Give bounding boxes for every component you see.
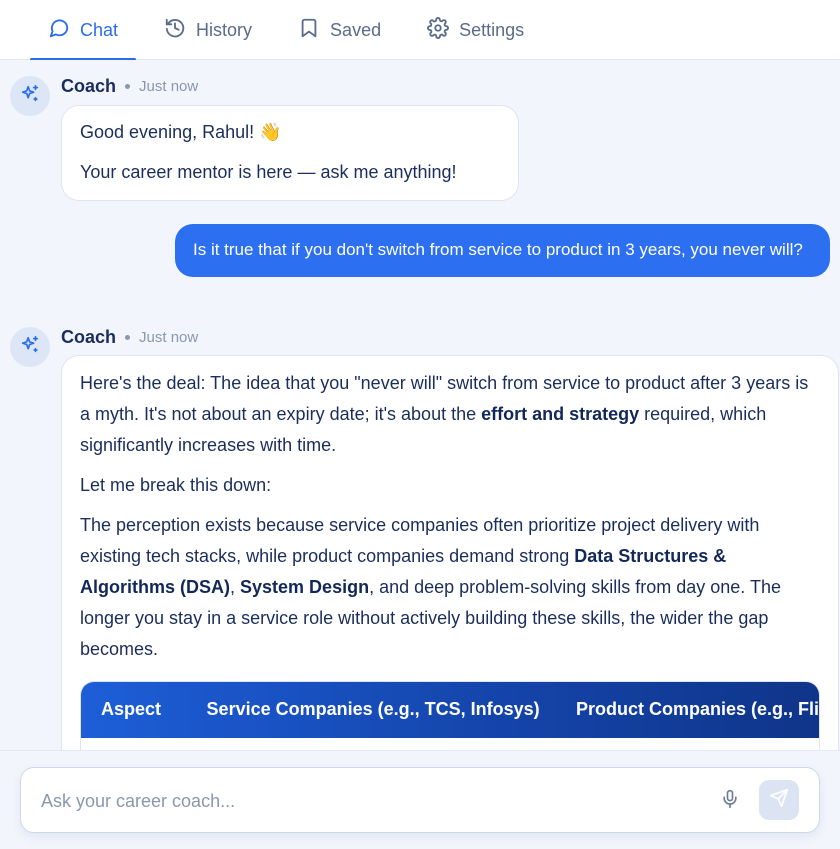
table-header-cell: Aspect [101,699,162,720]
message-meta: Coach Just now [61,327,198,348]
timestamp: Just now [139,329,199,346]
tab-bar: Chat History Saved Settings [0,0,840,61]
table-header-cell: Product Companies (e.g., Fli [575,699,819,720]
tab-label: Saved [330,19,382,40]
coach-avatar [10,76,50,116]
composer [20,767,820,833]
sparkles-icon [19,334,41,361]
message-paragraph: The perception exists because service co… [80,514,781,659]
separator-dot [125,335,131,340]
coach-message-bubble: Here's the deal: The idea that you "neve… [61,355,839,750]
bold-text: effort and strategy [481,403,640,424]
chat-bubble-icon [48,17,70,44]
coach-message-bubble: Good evening, Rahul! 👋 Your career mento… [61,105,519,201]
table-header-cell: Service Companies (e.g., TCS, Infosys) [206,699,540,720]
table-header-row: Aspect Service Companies (e.g., TCS, Inf… [81,681,819,738]
message-text: Your career mentor is here — ask me anyt… [80,161,457,182]
message-text: Is it true that if you don't switch from… [193,240,803,259]
sparkles-icon [19,83,41,110]
gear-icon [427,16,450,44]
table-body [81,737,819,750]
tab-label: Chat [80,19,119,40]
tab-saved[interactable]: Saved [280,0,399,60]
send-button[interactable] [759,780,799,820]
bold-text: System Design [240,576,370,597]
coach-avatar [10,327,50,367]
message-paragraph: Let me break this down: [80,474,272,495]
separator-dot [125,84,131,89]
comparison-table[interactable]: Aspect Service Companies (e.g., TCS, Inf… [80,680,820,750]
user-message-bubble: Is it true that if you don't switch from… [175,224,830,278]
tab-label: Settings [459,19,525,40]
message-paragraph: Here's the deal: The idea that you "neve… [80,373,809,455]
microphone-icon [720,788,740,815]
mic-button[interactable] [718,788,742,814]
send-icon [769,788,789,813]
bookmark-icon [298,17,320,44]
history-icon [164,17,186,44]
tab-label: History [196,19,253,40]
chat-thread[interactable]: Coach Just now Good evening, Rahul! 👋 Yo… [0,60,840,750]
sender-name: Coach [61,76,117,96]
tab-settings[interactable]: Settings [409,0,542,60]
timestamp: Just now [139,78,199,95]
sender-name: Coach [61,327,117,347]
tab-history[interactable]: History [146,0,270,60]
composer-area [0,750,840,849]
message-input[interactable] [41,786,681,816]
message-meta: Coach Just now [61,76,198,97]
tab-chat[interactable]: Chat [30,0,137,61]
message-text: Good evening, Rahul! 👋 [80,122,282,142]
